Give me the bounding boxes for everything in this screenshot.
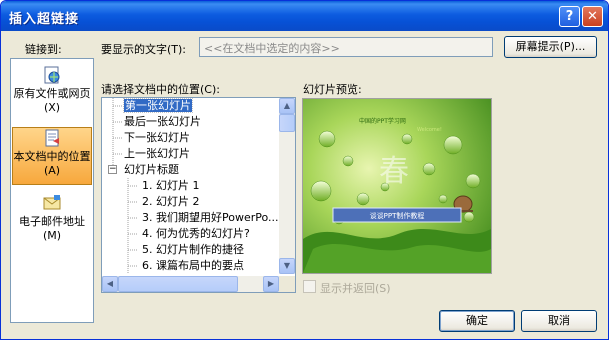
- tree-item[interactable]: 4. 何为优秀的幻灯片?: [142, 226, 250, 242]
- tree-item[interactable]: 最后一张幻灯片: [124, 114, 201, 130]
- slide-subtitle: Welcome!: [417, 127, 442, 133]
- ok-button[interactable]: 确定: [439, 310, 515, 332]
- location-label: 请选择文档中的位置(C):: [101, 83, 220, 96]
- show-and-return-label: 显示并返回(S): [320, 282, 391, 295]
- vertical-scrollbar[interactable]: ▲ ▼: [279, 98, 295, 274]
- link-item-label: 本文档中的位置(A): [13, 150, 91, 177]
- screen-tip-button[interactable]: 屏幕提示(P)...: [504, 36, 597, 58]
- tree-item[interactable]: 2. 幻灯片 2: [142, 194, 200, 210]
- link-to-bar: 原有文件或网页(X) 本文档中的位置(A) 电子邮件地址(M): [10, 58, 94, 323]
- insert-hyperlink-dialog: 插入超链接 ? ✕ 链接到: 要显示的文字(T): <<在文档中选定的内容>> …: [0, 0, 609, 340]
- slide-decorative-char: 春: [379, 154, 409, 189]
- close-button[interactable]: ✕: [582, 6, 603, 27]
- cancel-button[interactable]: 取消: [521, 310, 597, 332]
- scroll-down-button[interactable]: ▼: [279, 258, 295, 274]
- horizontal-scrollbar[interactable]: ◀ ▶: [102, 276, 279, 292]
- tree-item[interactable]: 幻灯片标题: [124, 162, 179, 178]
- tree-item-label: 上一张幻灯片: [124, 147, 190, 160]
- tree-item[interactable]: 上一张幻灯片: [124, 146, 190, 162]
- document-place-icon: [42, 128, 62, 148]
- horizontal-scroll-thumb[interactable]: [118, 276, 238, 292]
- display-text-label: 要显示的文字(T):: [101, 43, 187, 56]
- dialog-title: 插入超链接: [9, 12, 80, 27]
- link-item-existing-file[interactable]: 原有文件或网页(X): [12, 65, 92, 121]
- tree-item-label: 5. 幻灯片制作的捷径: [142, 243, 244, 256]
- preview-label: 幻灯片预览:: [303, 83, 362, 96]
- tree-item[interactable]: 5. 幻灯片制作的捷径: [142, 242, 244, 258]
- title-bar[interactable]: 插入超链接 ? ✕: [1, 1, 608, 31]
- tree-item-label: 2. 幻灯片 2: [142, 195, 200, 208]
- link-to-label: 链接到:: [25, 43, 62, 56]
- tree-item-label: 3. 我们期望用好PowerPo...: [142, 211, 279, 224]
- tree-item-label: 6. 课篇布局中的要点: [142, 259, 244, 272]
- tree-item[interactable]: 6. 课篇布局中的要点: [142, 258, 244, 274]
- link-item-this-document[interactable]: 本文档中的位置(A): [12, 127, 92, 185]
- slide-preview: 中国的PPT学习网 Welcome! 春 谈谈PPT制作教程: [302, 98, 492, 274]
- tree-item[interactable]: 1. 幻灯片 1: [142, 178, 200, 194]
- tree-item[interactable]: 3. 我们期望用好PowerPo...: [142, 210, 279, 226]
- tree-item-label: 4. 何为优秀的幻灯片?: [142, 227, 250, 240]
- scroll-up-button[interactable]: ▲: [279, 98, 295, 114]
- web-page-icon: [42, 65, 62, 85]
- vertical-scroll-thumb[interactable]: [279, 114, 295, 132]
- slide-preview-image: 中国的PPT学习网 Welcome! 春 谈谈PPT制作教程: [303, 99, 491, 273]
- link-item-email[interactable]: 电子邮件地址(M): [12, 193, 92, 243]
- tree-item[interactable]: 下一张幻灯片: [124, 130, 190, 146]
- scroll-left-button[interactable]: ◀: [102, 276, 118, 292]
- slide-banner: 谈谈PPT制作教程: [370, 211, 425, 220]
- tree-item-label: 最后一张幻灯片: [124, 115, 201, 128]
- tree-item-label: 第一张幻灯片: [123, 98, 193, 113]
- tree-item-label: 幻灯片标题: [124, 163, 179, 176]
- display-text-field[interactable]: <<在文档中选定的内容>>: [199, 37, 493, 57]
- email-envelope-icon: [42, 193, 62, 213]
- collapse-toggle[interactable]: −: [108, 165, 117, 174]
- link-item-label: 原有文件或网页(X): [13, 87, 91, 114]
- scrollbar-corner: [279, 276, 295, 292]
- tree-item-label: 下一张幻灯片: [124, 131, 190, 144]
- scroll-right-button[interactable]: ▶: [263, 276, 279, 292]
- help-button[interactable]: ?: [559, 6, 580, 27]
- tree-item[interactable]: 第一张幻灯片: [123, 98, 193, 114]
- link-item-label: 电子邮件地址(M): [19, 215, 85, 242]
- slide-title: 中国的PPT学习网: [359, 117, 406, 125]
- location-tree[interactable]: 第一张幻灯片 最后一张幻灯片 下一张幻灯片 上一张幻灯片 − 幻灯片标题 1. …: [101, 97, 296, 293]
- show-and-return-checkbox[interactable]: [303, 280, 316, 293]
- tree-item-label: 1. 幻灯片 1: [142, 179, 200, 192]
